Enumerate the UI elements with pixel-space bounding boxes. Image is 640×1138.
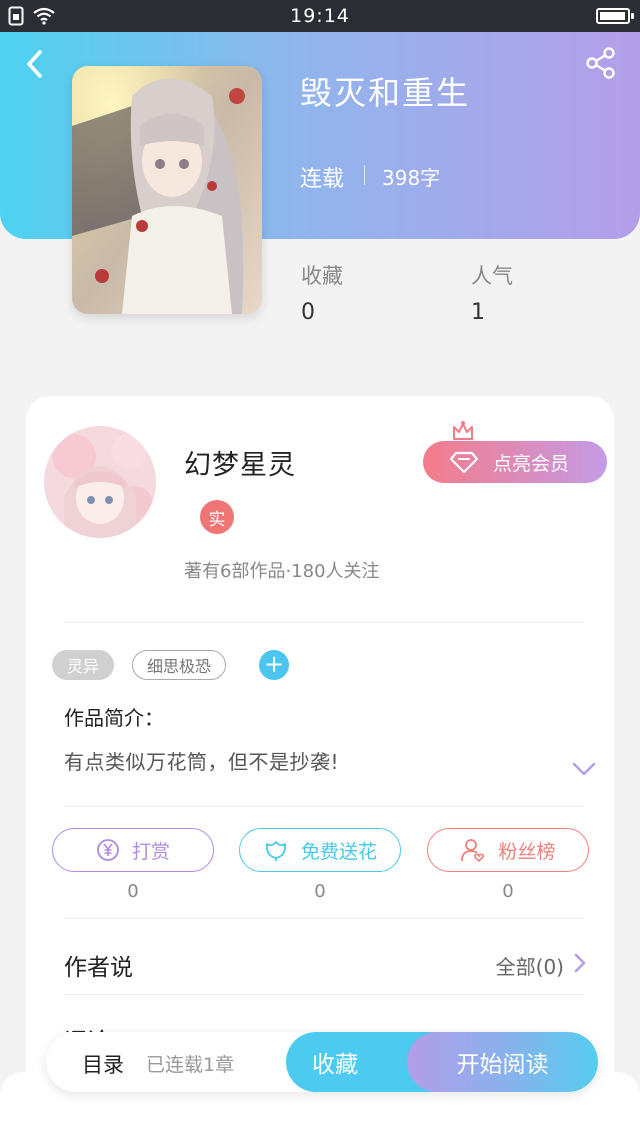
divider	[64, 918, 584, 919]
stat-value-popularity: 1	[471, 300, 485, 325]
chapter-count: 已连载1章	[146, 1054, 235, 1076]
status-divider	[364, 165, 365, 185]
tag-style[interactable]: 细思极恐	[132, 650, 226, 680]
stat-value-favorites: 0	[301, 300, 315, 325]
send-flower-button[interactable]: 免费送花	[239, 828, 401, 872]
verified-badge: 实	[200, 500, 234, 534]
expand-intro-button[interactable]	[571, 760, 597, 778]
author-says-title[interactable]: 作者说	[64, 948, 133, 982]
fans-rank-label: 粉丝榜	[498, 840, 556, 863]
book-word-count: 398字	[382, 166, 441, 190]
chevron-right-icon[interactable]	[572, 952, 588, 974]
author-meta: 著有6部作品·180人关注	[184, 561, 380, 582]
flower-icon	[266, 841, 286, 861]
book-cover-image[interactable]	[72, 66, 262, 314]
status-bar: 19:14	[0, 0, 640, 32]
fans-count: 0	[502, 881, 514, 902]
fans-rank-button[interactable]: 粉丝榜	[427, 828, 589, 872]
battery-level	[600, 12, 625, 20]
intro-text: 有点类似万花筒，但不是抄袭!	[64, 750, 340, 774]
stat-label-popularity: 人气	[471, 264, 513, 288]
tip-count: 0	[127, 881, 139, 902]
diamond-icon	[449, 451, 479, 474]
crown-icon	[453, 421, 473, 440]
cover-illustration	[72, 66, 262, 314]
catalog-button[interactable]: 目录	[82, 1049, 124, 1079]
tip-button[interactable]: 打赏	[52, 828, 214, 872]
divider	[64, 994, 584, 995]
vip-button[interactable]: 点亮会员	[423, 441, 607, 483]
flower-count: 0	[314, 881, 326, 902]
divider	[64, 622, 584, 623]
send-flower-label: 免费送花	[300, 840, 377, 863]
battery-icon	[596, 8, 634, 24]
author-avatar[interactable]	[44, 426, 156, 538]
yuan-coin-icon	[97, 839, 119, 861]
status-time: 19:14	[290, 5, 350, 27]
back-button[interactable]	[18, 46, 54, 82]
avatar-illustration	[44, 426, 156, 538]
tag-genre[interactable]: 灵异	[52, 650, 114, 680]
fan-user-icon	[461, 839, 485, 863]
divider	[64, 806, 584, 807]
book-status: 连载	[300, 167, 345, 192]
book-title: 毁灭和重生	[300, 74, 471, 112]
add-tag-button[interactable]: +	[259, 650, 289, 680]
intro-title: 作品简介：	[64, 706, 164, 730]
tip-button-label: 打赏	[131, 840, 170, 863]
stat-label-favorites: 收藏	[301, 264, 343, 288]
comments-title[interactable]: 评论	[64, 1022, 110, 1032]
author-name[interactable]: 幻梦星灵	[184, 443, 296, 482]
share-button[interactable]	[584, 46, 618, 80]
author-says-more[interactable]: 全部(0)	[496, 951, 564, 980]
vip-button-label: 点亮会员	[493, 452, 570, 475]
start-reading-button[interactable]: 开始阅读	[407, 1032, 598, 1092]
